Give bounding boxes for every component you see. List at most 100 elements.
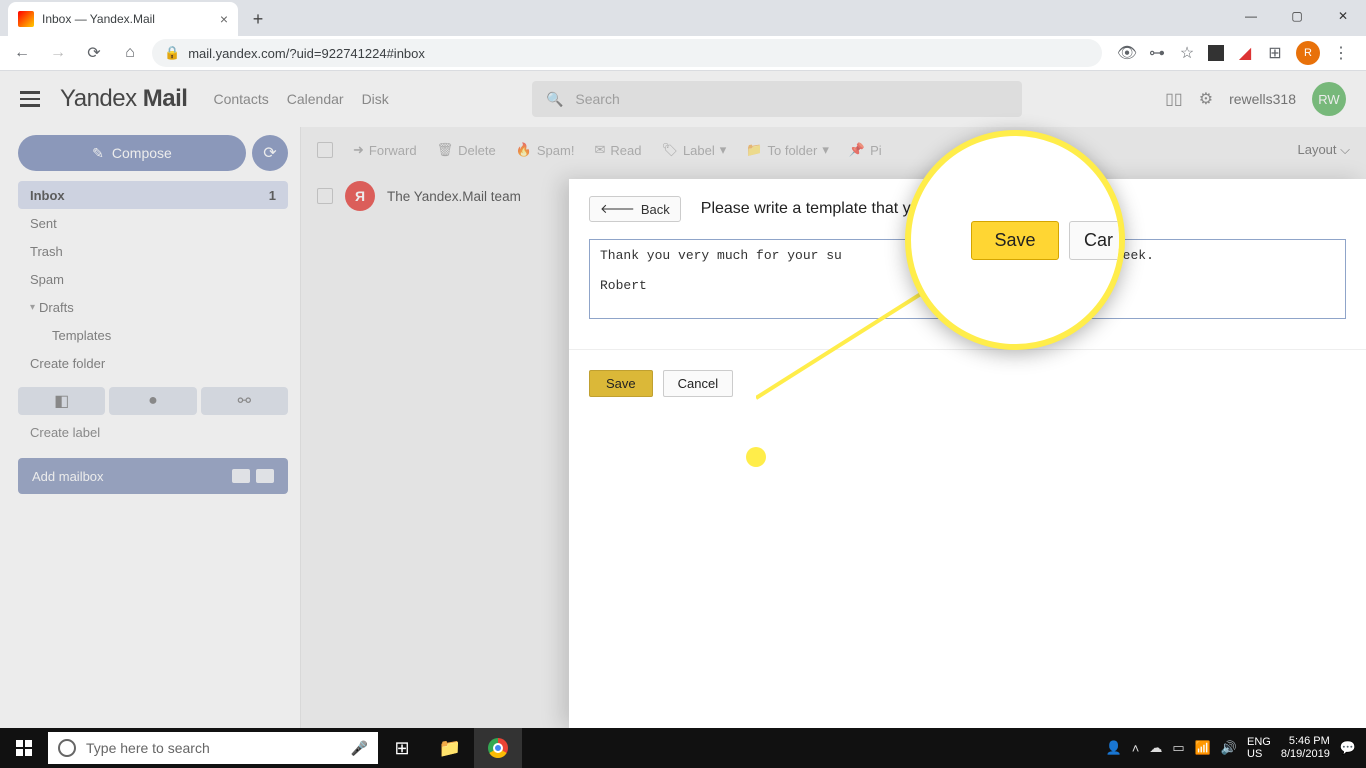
- header-right: ▯▯ ⚙ rewells318 RW: [1165, 82, 1346, 116]
- explorer-icon[interactable]: 📁: [426, 728, 474, 768]
- trash-icon: 🗑: [437, 142, 454, 158]
- window-controls: — ▢ ✕: [1228, 0, 1366, 32]
- yandex-header: Yandex Mail Contacts Calendar Disk 🔍 Sea…: [0, 71, 1366, 127]
- spam-button[interactable]: 🔥Spam!: [516, 142, 575, 158]
- message-toolbar: ➜Forward 🗑Delete 🔥Spam! ✉Read 🏷Label ▾ 📁…: [301, 127, 1366, 173]
- fire-icon: 🔥: [516, 142, 532, 158]
- back-button[interactable]: ←: [8, 39, 36, 67]
- save-button[interactable]: Save: [589, 370, 653, 397]
- folder-trash[interactable]: Trash: [18, 237, 288, 265]
- tofolder-button[interactable]: 📁To folder ▾: [746, 142, 829, 158]
- search-icon: 🔍: [546, 91, 563, 108]
- folder-templates[interactable]: Templates: [18, 321, 288, 349]
- lock-icon: 🔒: [164, 45, 180, 61]
- chrome-icon[interactable]: [474, 728, 522, 768]
- onedrive-icon[interactable]: ☁: [1149, 740, 1162, 756]
- label-button[interactable]: 🏷Label ▾: [661, 142, 726, 158]
- layout-dropdown[interactable]: Layout ⌵: [1297, 142, 1350, 158]
- tag-dot-button[interactable]: ●: [109, 387, 196, 415]
- star-icon[interactable]: ☆: [1178, 44, 1196, 62]
- forward-button[interactable]: ➜Forward: [353, 142, 417, 158]
- yandex-logo[interactable]: Yandex Mail: [60, 85, 187, 113]
- notifications-icon[interactable]: 💬: [1340, 740, 1356, 756]
- add-mailbox-button[interactable]: Add mailbox: [18, 458, 288, 494]
- taskview-icon[interactable]: ⊞: [378, 728, 426, 768]
- select-all-checkbox[interactable]: [317, 142, 333, 158]
- tag-flag-button[interactable]: ◧: [18, 387, 105, 415]
- magnifier-callout: Save Car: [905, 130, 1125, 350]
- page-content: Yandex Mail Contacts Calendar Disk 🔍 Sea…: [0, 71, 1366, 728]
- search-input[interactable]: 🔍 Search: [532, 81, 1022, 117]
- ext1-icon[interactable]: [1208, 45, 1224, 61]
- browser-tab[interactable]: Inbox — Yandex.Mail ×: [8, 2, 238, 36]
- system-tray: 👤 ˄ ☁ ▭ 📶 🔊 ENGUS 5:46 PM8/19/2019 💬: [1096, 735, 1366, 761]
- key-icon[interactable]: ⊶: [1148, 44, 1166, 62]
- nav-contacts[interactable]: Contacts: [213, 91, 268, 107]
- battery-icon[interactable]: ▭: [1172, 740, 1184, 756]
- ext3-icon[interactable]: ⊞: [1266, 44, 1284, 62]
- create-label-link[interactable]: Create label: [18, 415, 288, 450]
- cancel-button[interactable]: Cancel: [663, 370, 733, 397]
- windows-logo-icon: [16, 740, 32, 756]
- delete-button[interactable]: 🗑Delete: [437, 142, 496, 158]
- menu-icon[interactable]: ⋮: [1332, 44, 1350, 62]
- callout-dot: [746, 447, 766, 467]
- nav-disk[interactable]: Disk: [362, 91, 389, 107]
- folder-drafts[interactable]: Drafts: [18, 293, 288, 321]
- forward-button[interactable]: →: [44, 39, 72, 67]
- main-panel: ➜Forward 🗑Delete 🔥Spam! ✉Read 🏷Label ▾ 📁…: [300, 127, 1366, 728]
- compose-button[interactable]: ✎ Compose: [18, 135, 246, 171]
- folder-inbox[interactable]: Inbox 1: [18, 181, 288, 209]
- clock[interactable]: 5:46 PM8/19/2019: [1281, 735, 1330, 761]
- sender-name: The Yandex.Mail team: [387, 189, 521, 204]
- url-input[interactable]: 🔒 mail.yandex.com/?uid=922741224#inbox: [152, 39, 1102, 67]
- gmail-icon: [232, 469, 250, 483]
- maximize-button[interactable]: ▢: [1274, 0, 1320, 32]
- tag-attach-button[interactable]: ⚯: [201, 387, 288, 415]
- close-window-button[interactable]: ✕: [1320, 0, 1366, 32]
- taskbar-apps: ⊞ 📁: [378, 728, 522, 768]
- chevron-up-icon[interactable]: ˄: [1132, 741, 1140, 756]
- start-button[interactable]: [0, 728, 48, 768]
- magnified-save-button: Save: [971, 221, 1058, 260]
- sidebar: ✎ Compose ⟳ Inbox 1 Sent Trash Spam Draf…: [0, 127, 300, 728]
- wifi-icon[interactable]: 📶: [1195, 740, 1211, 756]
- people-icon[interactable]: 👤: [1106, 740, 1122, 756]
- folder-sent[interactable]: Sent: [18, 209, 288, 237]
- folder-icon: 📁: [746, 142, 762, 158]
- tab-favicon-icon: [18, 11, 34, 27]
- back-button[interactable]: 🡐 Back: [589, 196, 681, 222]
- settings-icon[interactable]: ⚙: [1199, 89, 1213, 109]
- mic-icon[interactable]: 🎤: [351, 740, 368, 757]
- profile-avatar-icon[interactable]: R: [1296, 41, 1320, 65]
- windows-taskbar: Type here to search 🎤 ⊞ 📁 👤 ˄ ☁ ▭ 📶 🔊 EN…: [0, 728, 1366, 768]
- ext2-icon[interactable]: ◢: [1236, 44, 1254, 62]
- user-avatar[interactable]: RW: [1312, 82, 1346, 116]
- minimize-button[interactable]: —: [1228, 0, 1274, 32]
- nav-calendar[interactable]: Calendar: [287, 91, 344, 107]
- search-placeholder: Search: [575, 91, 619, 107]
- pin-button[interactable]: 📌Pi: [849, 142, 882, 158]
- home-button[interactable]: ⌂: [116, 39, 144, 67]
- read-button[interactable]: ✉Read: [594, 142, 641, 158]
- content-area: ✎ Compose ⟳ Inbox 1 Sent Trash Spam Draf…: [0, 127, 1366, 728]
- tab-close-icon[interactable]: ×: [220, 11, 228, 27]
- sender-avatar-icon: Я: [345, 181, 375, 211]
- taskbar-search[interactable]: Type here to search 🎤: [48, 732, 378, 764]
- reload-button[interactable]: ⟳: [80, 39, 108, 67]
- url-text: mail.yandex.com/?uid=922741224#inbox: [188, 46, 425, 61]
- outlook-icon: [256, 469, 274, 483]
- message-checkbox[interactable]: [317, 188, 333, 204]
- hamburger-icon[interactable]: [20, 91, 40, 107]
- refresh-button[interactable]: ⟳: [252, 135, 288, 171]
- magnified-cancel-button: Car: [1069, 221, 1121, 260]
- create-folder-link[interactable]: Create folder: [18, 349, 288, 377]
- volume-icon[interactable]: 🔊: [1221, 740, 1237, 756]
- folder-spam[interactable]: Spam: [18, 265, 288, 293]
- tab-bar: Inbox — Yandex.Mail × +: [0, 0, 1366, 36]
- eye-icon[interactable]: 👁: [1118, 44, 1136, 62]
- new-tab-button[interactable]: +: [244, 5, 272, 33]
- contacts-icon[interactable]: ▯▯: [1165, 89, 1183, 109]
- language-indicator[interactable]: ENGUS: [1247, 736, 1271, 760]
- username[interactable]: rewells318: [1229, 91, 1296, 107]
